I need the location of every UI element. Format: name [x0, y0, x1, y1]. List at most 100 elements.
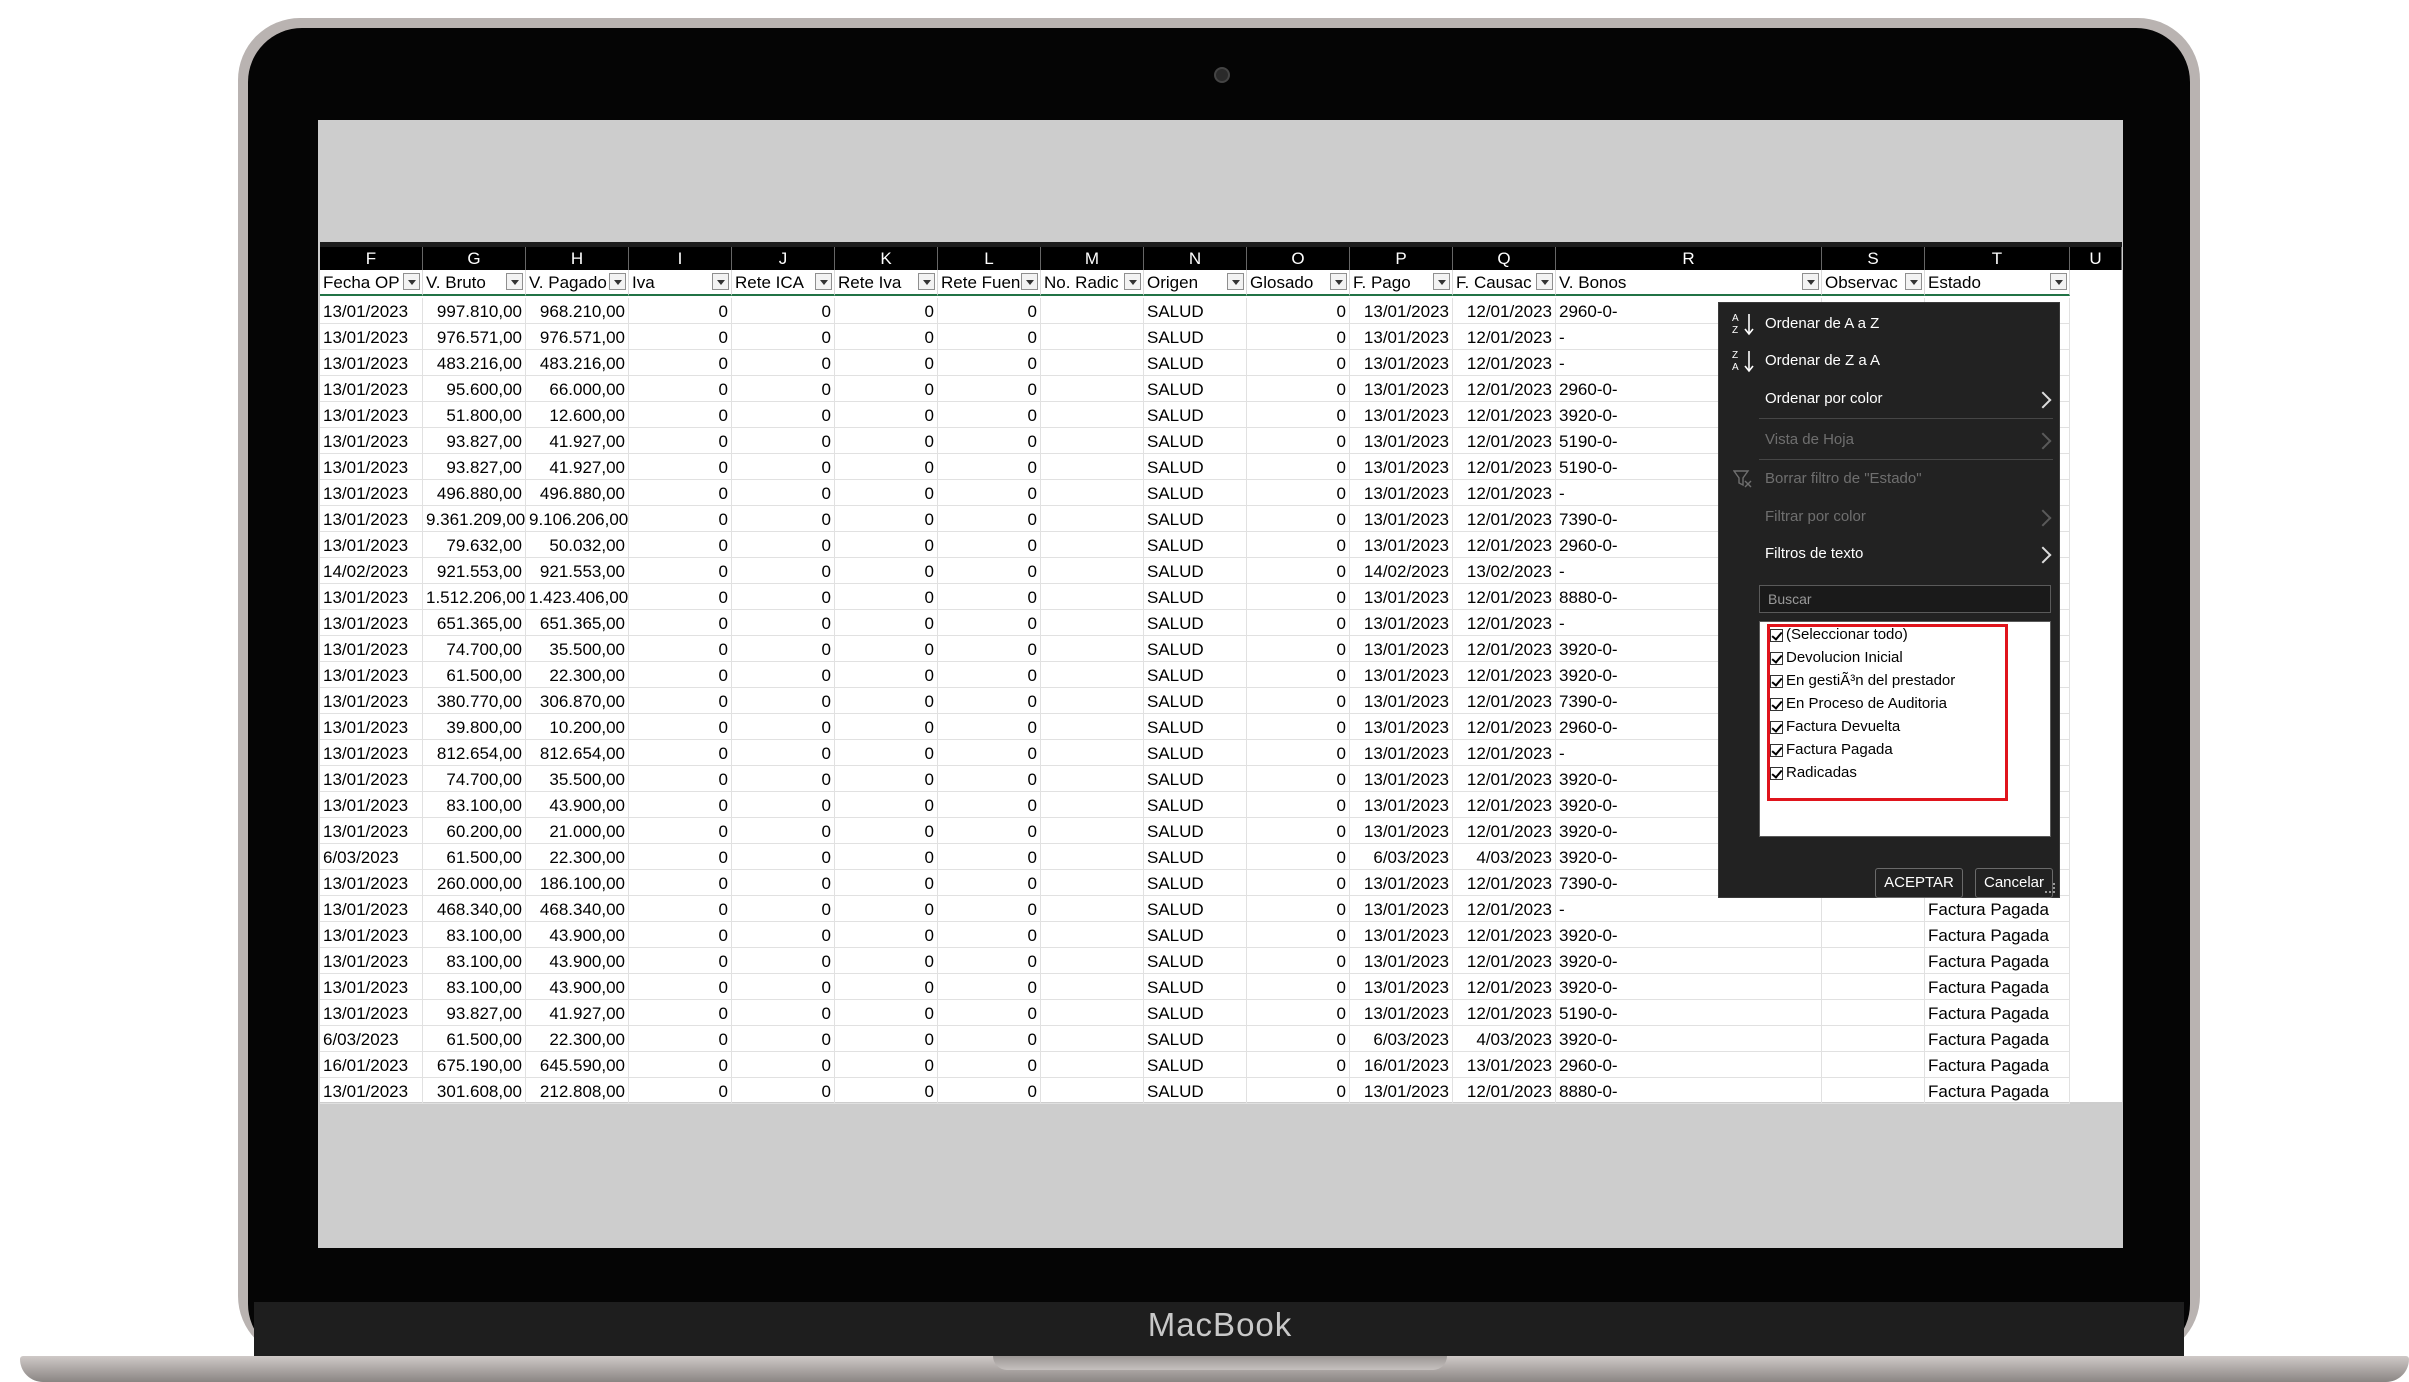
table-cell[interactable]: 13/01/2023 [320, 480, 423, 506]
table-cell[interactable]: 6/03/2023 [1350, 844, 1453, 870]
table-cell[interactable]: 0 [732, 610, 835, 636]
table-cell[interactable] [1041, 740, 1144, 766]
table-cell[interactable]: 0 [629, 740, 732, 766]
table-cell[interactable]: SALUD [1144, 896, 1247, 922]
table-cell[interactable] [1041, 454, 1144, 480]
table-cell[interactable]: 12/01/2023 [1453, 428, 1556, 454]
table-cell[interactable]: 13/01/2023 [1350, 636, 1453, 662]
table-cell[interactable]: 13/01/2023 [320, 766, 423, 792]
table-cell[interactable] [1041, 792, 1144, 818]
table-cell[interactable]: 43.900,00 [526, 948, 629, 974]
table-cell[interactable]: 12/01/2023 [1453, 688, 1556, 714]
table-cell[interactable]: SALUD [1144, 1000, 1247, 1026]
table-cell[interactable]: 0 [938, 922, 1041, 948]
table-cell[interactable]: SALUD [1144, 558, 1247, 584]
table-cell[interactable]: 0 [835, 688, 938, 714]
column-header-t[interactable]: T [1925, 247, 2070, 270]
table-cell[interactable]: 0 [938, 896, 1041, 922]
table-cell[interactable]: 4/03/2023 [1453, 1026, 1556, 1052]
table-cell[interactable]: 0 [938, 558, 1041, 584]
table-cell[interactable]: 0 [629, 948, 732, 974]
table-cell[interactable]: 83.100,00 [423, 922, 526, 948]
table-cell[interactable]: SALUD [1144, 402, 1247, 428]
table-cell[interactable]: 0 [732, 1026, 835, 1052]
table-cell[interactable]: 12/01/2023 [1453, 610, 1556, 636]
table-cell[interactable]: 13/01/2023 [1453, 1052, 1556, 1078]
table-cell[interactable]: 0 [629, 818, 732, 844]
filter-dropdown-button[interactable] [403, 273, 420, 290]
table-cell[interactable]: 0 [1247, 506, 1350, 532]
table-cell[interactable]: 921.553,00 [423, 558, 526, 584]
filter-dropdown-button[interactable] [506, 273, 523, 290]
table-cell[interactable]: 0 [1247, 896, 1350, 922]
table-cell[interactable] [1822, 1052, 1925, 1078]
table-cell[interactable] [1041, 974, 1144, 1000]
table-cell[interactable]: 16/01/2023 [1350, 1052, 1453, 1078]
table-cell[interactable]: 0 [938, 740, 1041, 766]
table-cell[interactable]: 0 [732, 558, 835, 584]
table-cell[interactable]: 0 [835, 818, 938, 844]
cancel-button[interactable]: Cancelar [1975, 868, 2053, 898]
table-cell[interactable]: 186.100,00 [526, 870, 629, 896]
table-cell[interactable] [1041, 1078, 1144, 1104]
table-cell[interactable]: 0 [1247, 792, 1350, 818]
table-cell[interactable] [1822, 896, 1925, 922]
table-cell[interactable]: 0 [835, 324, 938, 350]
table-cell[interactable]: 0 [629, 532, 732, 558]
table-cell[interactable]: SALUD [1144, 922, 1247, 948]
table-cell[interactable]: 12/01/2023 [1453, 948, 1556, 974]
table-cell[interactable]: 12/01/2023 [1453, 896, 1556, 922]
column-header-q[interactable]: Q [1453, 247, 1556, 270]
table-cell[interactable]: 3920-0- [1556, 974, 1822, 1000]
table-cell[interactable]: 13/01/2023 [1350, 1000, 1453, 1026]
filter-dropdown-button[interactable] [1124, 273, 1141, 290]
table-cell[interactable]: 0 [835, 454, 938, 480]
table-cell[interactable]: 13/01/2023 [1350, 1078, 1453, 1104]
table-cell[interactable]: 0 [629, 584, 732, 610]
table-cell[interactable]: 13/01/2023 [1350, 324, 1453, 350]
table-cell[interactable]: 43.900,00 [526, 792, 629, 818]
table-cell[interactable]: 0 [629, 402, 732, 428]
table-cell[interactable]: 93.827,00 [423, 1000, 526, 1026]
table-cell[interactable] [1041, 532, 1144, 558]
table-cell[interactable]: 0 [732, 636, 835, 662]
table-cell[interactable]: 13/01/2023 [1350, 376, 1453, 402]
table-cell[interactable]: SALUD [1144, 688, 1247, 714]
table-cell[interactable]: 66.000,00 [526, 376, 629, 402]
table-cell[interactable]: 0 [629, 974, 732, 1000]
table-cell[interactable]: 0 [835, 792, 938, 818]
table-cell[interactable]: 0 [629, 714, 732, 740]
table-cell[interactable]: 496.880,00 [423, 480, 526, 506]
table-cell[interactable]: 0 [629, 324, 732, 350]
table-cell[interactable]: 12/01/2023 [1453, 792, 1556, 818]
table-cell[interactable]: 0 [835, 558, 938, 584]
table-cell[interactable]: 0 [938, 428, 1041, 454]
table-cell[interactable]: 0 [732, 948, 835, 974]
column-header-u[interactable]: U [2070, 247, 2122, 270]
filter-dropdown-button[interactable] [1330, 273, 1347, 290]
table-cell[interactable]: 13/01/2023 [1350, 298, 1453, 324]
column-header-m[interactable]: M [1041, 247, 1144, 270]
table-cell[interactable]: 83.100,00 [423, 974, 526, 1000]
table-cell[interactable]: 0 [835, 506, 938, 532]
table-cell[interactable]: 16/01/2023 [320, 1052, 423, 1078]
table-cell[interactable]: SALUD [1144, 376, 1247, 402]
table-cell[interactable]: 0 [1247, 922, 1350, 948]
table-cell[interactable]: 0 [629, 766, 732, 792]
table-cell[interactable]: 0 [732, 428, 835, 454]
table-cell[interactable]: 13/01/2023 [1350, 740, 1453, 766]
table-cell[interactable]: 0 [1247, 584, 1350, 610]
filter-dropdown-button[interactable] [712, 273, 729, 290]
table-cell[interactable]: 93.827,00 [423, 428, 526, 454]
table-cell[interactable]: 0 [732, 740, 835, 766]
table-cell[interactable]: SALUD [1144, 298, 1247, 324]
table-cell[interactable] [1041, 688, 1144, 714]
table-cell[interactable]: 0 [938, 584, 1041, 610]
table-cell[interactable] [1041, 766, 1144, 792]
table-cell[interactable] [1041, 662, 1144, 688]
table-cell[interactable]: 13/01/2023 [320, 1078, 423, 1104]
table-cell[interactable]: 0 [732, 870, 835, 896]
sort-za-item[interactable]: Ordenar de Z a A [1765, 348, 1880, 374]
table-cell[interactable] [1041, 714, 1144, 740]
table-cell[interactable]: Factura Pagada [1925, 922, 2070, 948]
